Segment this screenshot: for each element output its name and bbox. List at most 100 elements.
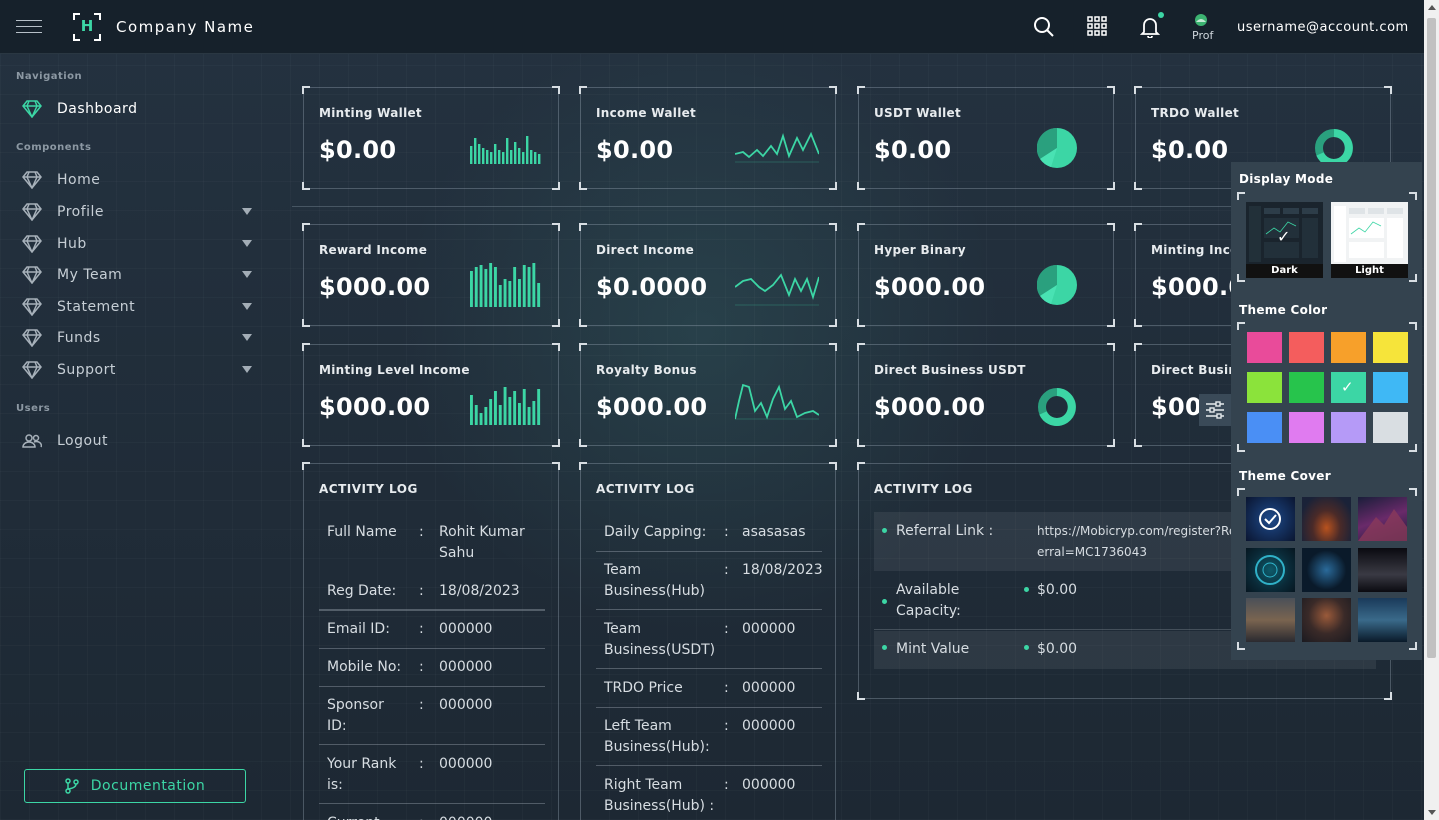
activity-log-business: ACTIVITY LOG Daily Capping:: asasasas Tea…: [579, 462, 837, 820]
sparkline-bar: [514, 142, 517, 164]
notification-bell-icon[interactable]: [1139, 12, 1164, 39]
theme-cover-5[interactable]: [1302, 548, 1351, 592]
stat-card-minting-wallet[interactable]: Minting Wallet $0.00: [302, 86, 560, 190]
stat-card-direct-business-usdt[interactable]: Direct Business USDT $000.00: [857, 343, 1115, 447]
chevron-down-icon[interactable]: [242, 208, 252, 215]
users-icon: [22, 434, 42, 448]
sparkline-bar: [470, 395, 473, 425]
sidebar-item-label: Hub: [57, 236, 87, 252]
stat-card-direct-income[interactable]: Direct Income $0.0000: [579, 223, 837, 327]
theme-settings-button[interactable]: [1199, 394, 1231, 426]
sparkline-bar: [508, 281, 512, 307]
sidebar-item-profile[interactable]: Profile: [16, 200, 256, 224]
stat-card-reward-income[interactable]: Reward Income $000.00: [302, 223, 560, 327]
sparkline-bar: [502, 152, 505, 164]
page-scrollbar[interactable]: [1424, 0, 1439, 820]
check-circle-icon: [1259, 508, 1281, 530]
display-mode-dark[interactable]: ✓ Dark: [1246, 202, 1323, 278]
documentation-label: Documentation: [90, 778, 206, 794]
stat-card-usdt-wallet[interactable]: USDT Wallet $0.00: [857, 86, 1115, 190]
activity-log-title: ACTIVITY LOG: [319, 482, 418, 496]
donut-sparkline: [1038, 388, 1076, 426]
card-title: Hyper Binary: [874, 243, 966, 257]
scroll-down-icon[interactable]: [1428, 810, 1436, 815]
card-title: Direct Income: [596, 243, 695, 257]
username-label[interactable]: username@account.com: [1237, 20, 1409, 35]
referral-link-value[interactable]: https://Mobicryp.com/register?Referral=M…: [1037, 521, 1247, 563]
documentation-button[interactable]: Documentation: [24, 769, 246, 803]
theme-color-magenta[interactable]: [1289, 412, 1324, 443]
stat-card-minting-level-income[interactable]: Minting Level Income $000.00: [302, 343, 560, 447]
stat-card-royalty-bonus[interactable]: Royalty Bonus $000.00: [579, 343, 837, 447]
sidebar-item-support[interactable]: Support: [16, 358, 256, 382]
theme-color-red[interactable]: [1289, 332, 1324, 363]
chevron-down-icon[interactable]: [242, 334, 252, 341]
sidebar-item-logout[interactable]: Logout: [16, 429, 256, 453]
theme-color-cyan[interactable]: [1373, 372, 1408, 403]
apps-grid-icon[interactable]: [1087, 16, 1109, 38]
theme-color-teal[interactable]: ✓: [1331, 372, 1366, 403]
sidebar-item-label: Funds: [57, 330, 101, 346]
theme-cover-6[interactable]: [1358, 548, 1407, 592]
menu-toggle-icon[interactable]: [16, 20, 42, 34]
sidebar-item-label: Logout: [57, 433, 108, 449]
card-title: USDT Wallet: [874, 106, 962, 120]
chevron-down-icon[interactable]: [242, 240, 252, 247]
sparkline-bar: [530, 150, 533, 164]
theme-color-orange[interactable]: [1331, 332, 1366, 363]
theme-color-gray[interactable]: [1373, 412, 1408, 443]
theme-cover-box: [1237, 488, 1417, 650]
chevron-down-icon[interactable]: [242, 366, 252, 373]
sidebar-item-funds[interactable]: Funds: [16, 326, 256, 350]
theme-cover-8[interactable]: [1302, 598, 1351, 642]
scrollbar-thumb[interactable]: [1427, 18, 1436, 658]
card-title: Income Wallet: [596, 106, 697, 120]
theme-color-blue[interactable]: [1247, 412, 1282, 443]
light-preview-image: [1331, 202, 1408, 264]
theme-color-yellow[interactable]: [1373, 332, 1408, 363]
stat-card-income-wallet[interactable]: Income Wallet $0.00: [579, 86, 837, 190]
theme-color-lavender[interactable]: [1331, 412, 1366, 443]
theme-cover-3[interactable]: [1358, 497, 1407, 541]
display-mode-box: ✓ Dark Light: [1237, 192, 1417, 282]
table-row: Sponsor ID::000000: [319, 695, 545, 745]
stat-card-hyper-binary[interactable]: Hyper Binary $000.00: [857, 223, 1115, 327]
sidebar-item-hub[interactable]: Hub: [16, 232, 256, 256]
sparkline-bar: [494, 144, 497, 164]
scroll-up-icon[interactable]: [1428, 5, 1436, 10]
sparkline-bar: [508, 397, 512, 425]
sidebar-item-label: Dashboard: [57, 101, 138, 117]
sparkline-bar: [470, 271, 473, 307]
theme-cover-2[interactable]: [1302, 497, 1351, 541]
chevron-down-icon[interactable]: [242, 303, 252, 310]
theme-cover-7[interactable]: [1246, 598, 1295, 642]
company-logo[interactable]: H: [73, 13, 101, 41]
display-mode-light[interactable]: Light: [1331, 202, 1408, 278]
sidebar-item-home[interactable]: Home: [16, 168, 256, 192]
search-icon[interactable]: [1033, 16, 1055, 38]
avatar[interactable]: Prof: [1192, 13, 1222, 43]
sidebar-item-statement[interactable]: Statement: [16, 295, 256, 319]
pie-sparkline: [1037, 265, 1077, 305]
sparkline-bar: [513, 391, 517, 425]
git-branch-icon: [65, 778, 79, 794]
activity-log-title: ACTIVITY LOG: [596, 482, 695, 496]
theme-color-green[interactable]: [1289, 372, 1324, 403]
theme-cover-9[interactable]: [1358, 598, 1407, 642]
sidebar-item-dashboard[interactable]: Dashboard: [16, 97, 256, 121]
chevron-down-icon[interactable]: [242, 271, 252, 278]
sidebar-item-my-team[interactable]: My Team: [16, 263, 256, 287]
sparkline-bar: [479, 413, 483, 425]
sparkline-bar: [494, 267, 497, 307]
theme-cover-4[interactable]: [1246, 548, 1295, 592]
card-value: $000.00: [319, 393, 431, 421]
card-value: $0.00: [1151, 136, 1229, 164]
sidebar-item-label: My Team: [57, 267, 123, 283]
theme-color-pink[interactable]: [1247, 332, 1282, 363]
card-value: $0.00: [319, 136, 397, 164]
diamond-icon: [22, 100, 42, 118]
theme-color-lime[interactable]: [1247, 372, 1282, 403]
theme-cover-1[interactable]: [1246, 497, 1295, 541]
line-sparkline: [735, 273, 819, 306]
table-row: Team Business(USDT):000000: [596, 619, 822, 669]
